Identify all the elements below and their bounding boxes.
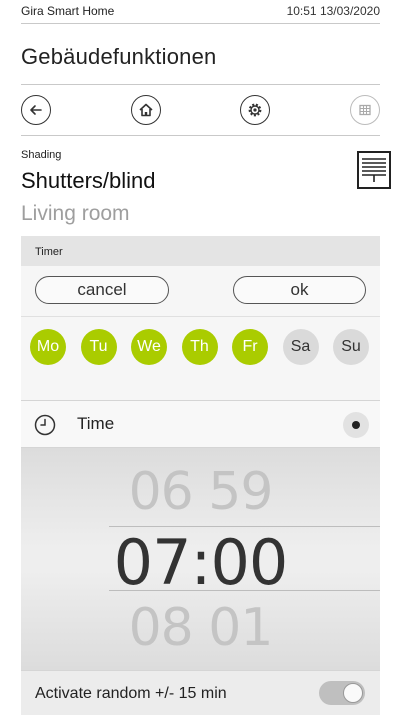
device-room: Living room xyxy=(21,202,130,225)
device-name: Shutters/blind xyxy=(21,168,156,193)
day-toggle-fr[interactable]: Fr xyxy=(232,329,268,365)
grid-view-button[interactable] xyxy=(349,95,380,125)
picker-current-value[interactable]: 07:00 xyxy=(21,526,380,599)
settings-gear-icon xyxy=(248,103,262,117)
random-toggle[interactable] xyxy=(319,681,365,705)
time-picker[interactable]: 06 59 07:00 08 01 xyxy=(21,448,380,670)
day-toggle-su[interactable]: Su xyxy=(333,329,369,365)
timer-panel: Timer cancel ok Mo Tu We Th Fr Sa Su Tim… xyxy=(21,236,380,715)
ok-button[interactable]: ok xyxy=(233,276,366,304)
clock-icon xyxy=(34,414,56,436)
home-button[interactable] xyxy=(130,95,161,125)
divider xyxy=(21,23,380,24)
weekday-selector: Mo Tu We Th Fr Sa Su xyxy=(21,316,380,400)
blind-icon xyxy=(357,151,391,189)
toggle-knob xyxy=(343,683,363,703)
cancel-button[interactable]: cancel xyxy=(35,276,169,304)
picker-divider xyxy=(109,590,380,591)
back-button[interactable] xyxy=(21,95,51,125)
picker-next-value[interactable]: 08 01 xyxy=(21,598,380,658)
day-toggle-th[interactable]: Th xyxy=(181,329,218,365)
status-app-name: Gira Smart Home xyxy=(21,4,115,18)
day-toggle-mo[interactable]: Mo xyxy=(30,329,66,365)
radio-selected-dot xyxy=(352,421,360,429)
random-row: Activate random +/- 15 min xyxy=(21,670,380,715)
divider xyxy=(21,84,380,85)
time-label: Time xyxy=(77,414,115,433)
device-category: Shading xyxy=(21,149,62,161)
page-title: Gebäudefunktionen xyxy=(21,44,217,69)
grid-icon xyxy=(359,104,371,116)
divider xyxy=(21,135,380,136)
day-toggle-we[interactable]: We xyxy=(131,329,167,365)
picker-previous-value[interactable]: 06 59 xyxy=(21,462,380,522)
time-radio-button[interactable] xyxy=(343,412,369,438)
nav-bar xyxy=(21,91,380,129)
home-icon xyxy=(139,103,153,117)
status-datetime: 10:51 13/03/2020 xyxy=(286,4,380,18)
settings-button[interactable] xyxy=(240,95,271,125)
timer-actions: cancel ok xyxy=(21,266,380,316)
status-bar: Gira Smart Home 10:51 13/03/2020 xyxy=(21,0,380,22)
back-arrow-icon xyxy=(30,105,42,115)
timer-header: Timer xyxy=(21,236,380,266)
random-label: Activate random +/- 15 min xyxy=(35,685,227,702)
day-toggle-tu[interactable]: Tu xyxy=(80,329,117,365)
time-mode-row[interactable]: Time xyxy=(21,400,380,448)
day-toggle-sa[interactable]: Sa xyxy=(282,329,319,365)
